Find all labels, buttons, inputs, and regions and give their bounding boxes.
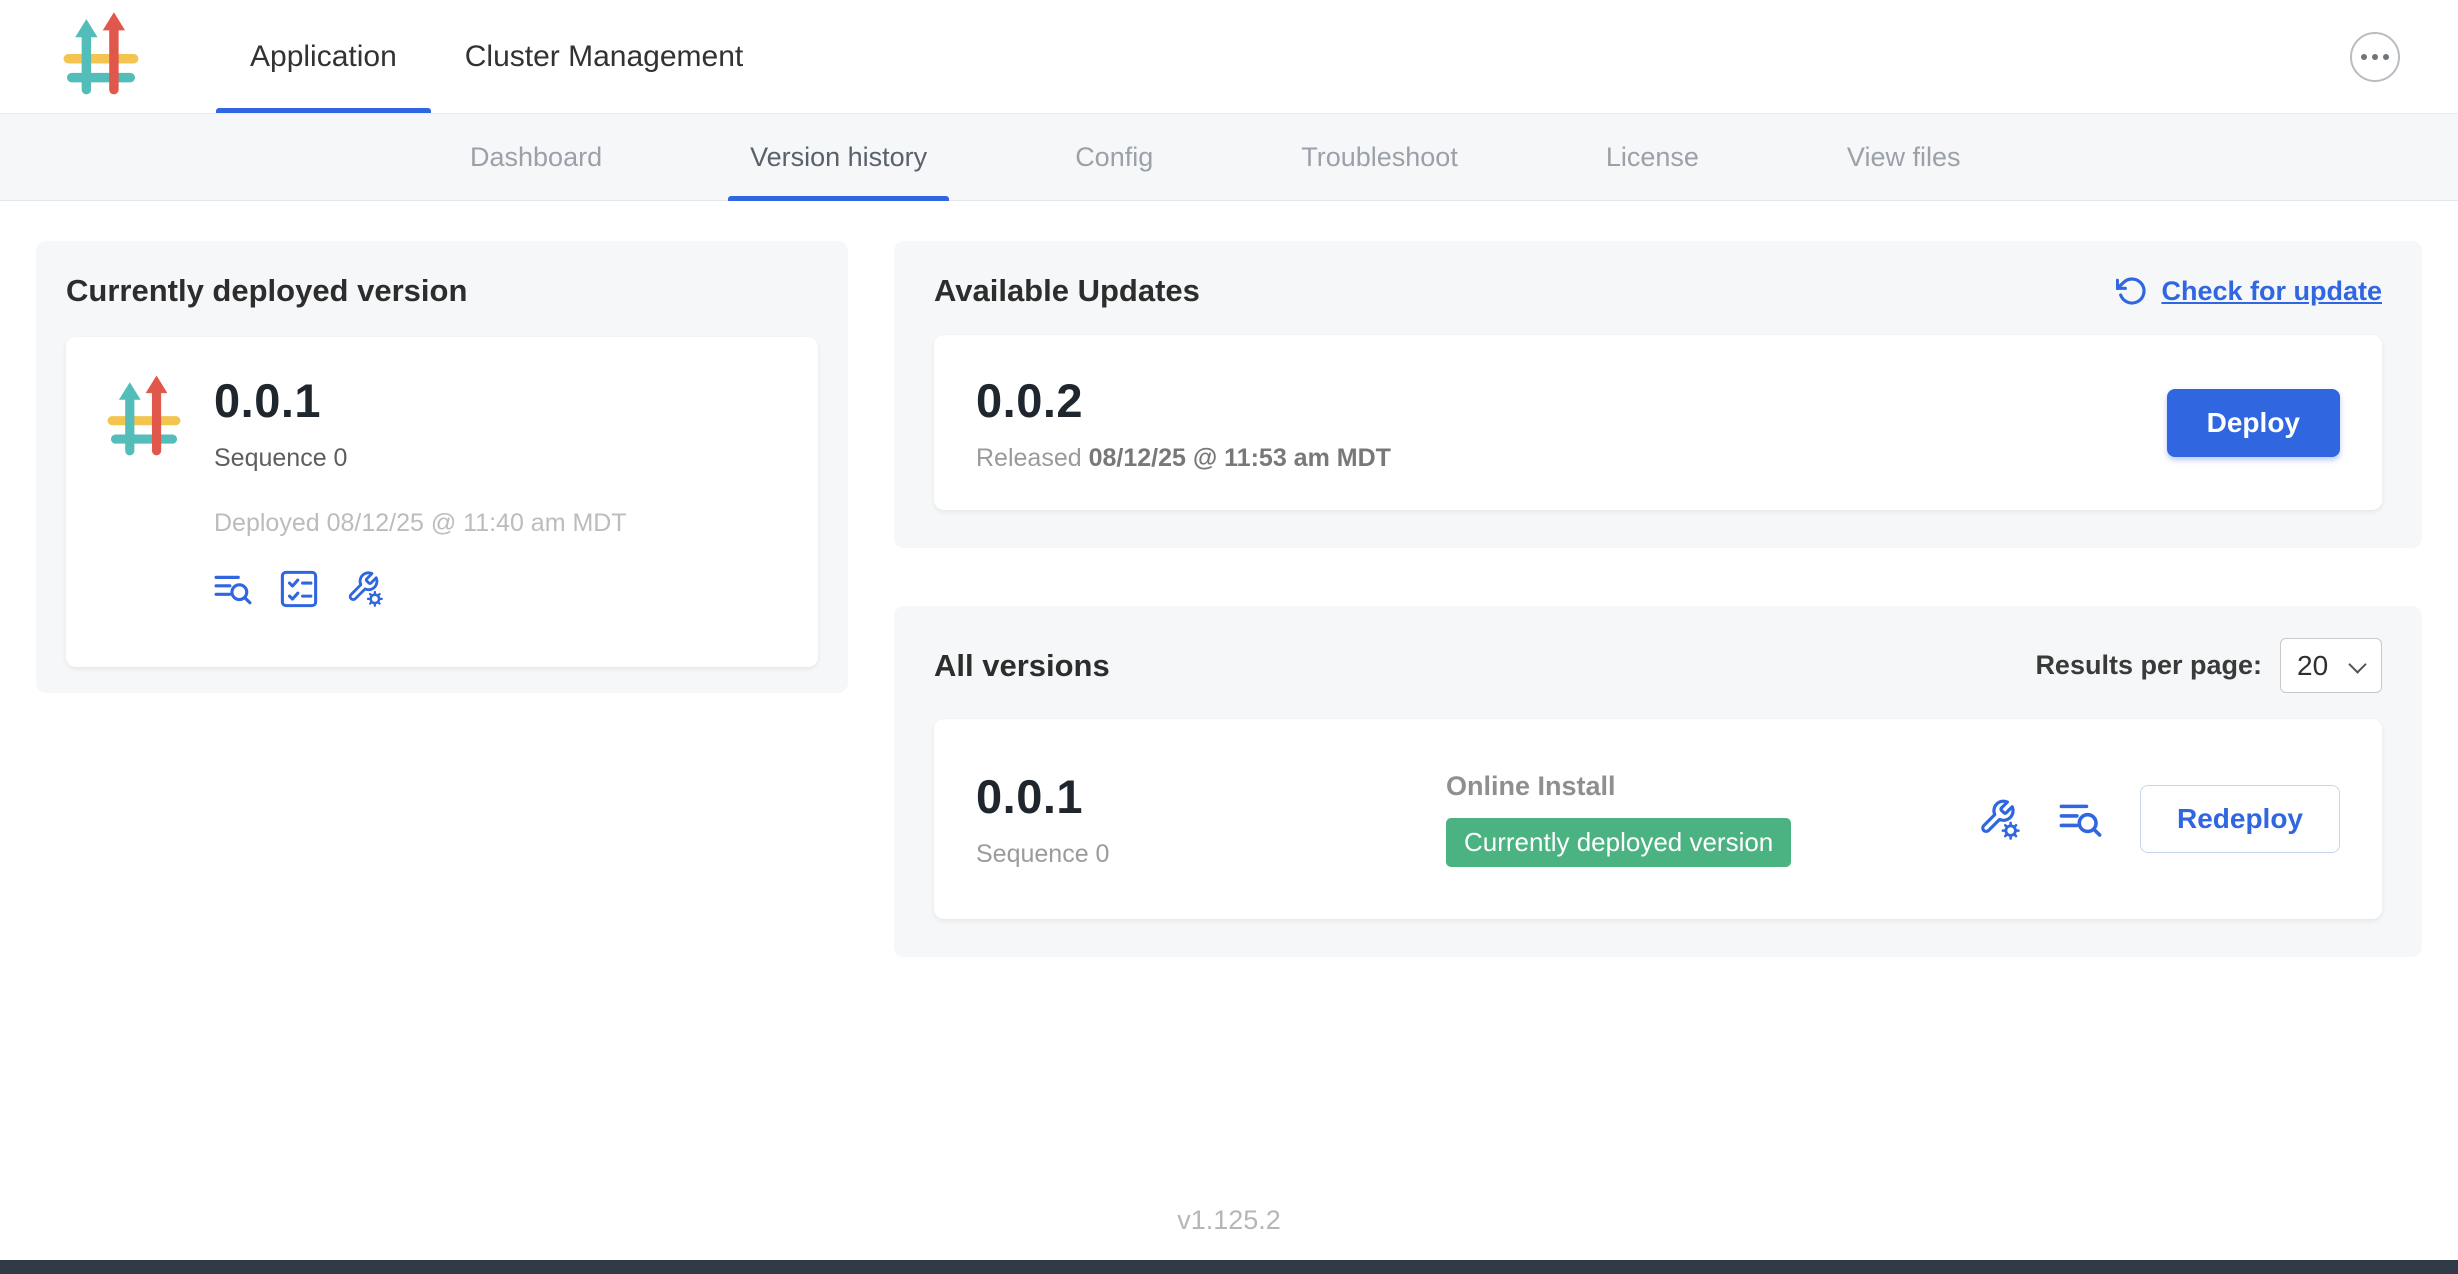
edit-config-icon[interactable] [1978,798,2021,841]
kots-admin-page: Application Cluster Management Dashboard… [0,0,2458,1274]
all-versions-card: All versions Results per page: 20 0.0.1 … [894,606,2422,957]
deployed-version-number: 0.0.1 [214,373,627,428]
deployed-action-icons [214,570,627,608]
update-version-number: 0.0.2 [976,373,1391,428]
released-timestamp: Released 08/12/25 @ 11:53 am MDT [976,444,1391,473]
all-versions-header: All versions Results per page: 20 [934,638,2382,693]
results-per-page: Results per page: 20 [2035,638,2382,693]
subnav: Dashboard Version history Config Trouble… [0,113,2458,201]
right-column: Available Updates Check for update 0.0.2… [894,241,2422,957]
available-updates-header: Available Updates Check for update [934,273,2382,309]
tab-application-label: Application [250,40,397,74]
subnav-item-dashboard[interactable]: Dashboard [448,114,624,200]
console-version-label: v1.125.2 [0,1205,2458,1236]
currently-deployed-badge: Currently deployed version [1446,818,1791,867]
released-date: 08/12/25 @ 11:53 am MDT [1089,444,1391,472]
row-install-info: Online Install Currently deployed versio… [1446,771,1978,867]
row-sequence: Sequence 0 [976,840,1446,869]
row-actions: Redeploy [1978,785,2340,853]
preflight-checks-icon[interactable] [280,570,318,608]
app-logo-icon [58,9,144,105]
available-updates-card: Available Updates Check for update 0.0.2… [894,241,2422,548]
row-version-number: 0.0.1 [976,769,1446,824]
released-label: Released [976,444,1082,472]
row-version-info: 0.0.1 Sequence 0 [976,769,1446,869]
refresh-icon [2116,275,2148,307]
release-notes-icon[interactable] [214,570,252,608]
app-logo-icon [102,373,186,631]
subnav-item-config[interactable]: Config [1053,114,1175,200]
overflow-menu-button[interactable] [2350,32,2400,82]
currently-deployed-card: Currently deployed version 0.0.1 Sequenc… [36,241,848,693]
app-header: Application Cluster Management [0,0,2458,113]
available-updates-title: Available Updates [934,273,1200,309]
results-per-page-select-wrap: 20 [2280,638,2382,693]
update-info: 0.0.2 Released 08/12/25 @ 11:53 am MDT [976,373,1391,473]
redeploy-button[interactable]: Redeploy [2140,785,2340,853]
subnav-item-view-files[interactable]: View files [1825,114,1983,200]
install-type-label: Online Install [1446,771,1978,802]
subnav-item-troubleshoot[interactable]: Troubleshoot [1279,114,1480,200]
all-versions-title: All versions [934,648,1110,684]
ellipsis-icon [2361,54,2367,60]
release-notes-icon[interactable] [2059,798,2102,841]
results-per-page-label: Results per page: [2035,650,2262,681]
deployed-sequence: Sequence 0 [214,444,627,473]
deploy-button[interactable]: Deploy [2167,389,2340,457]
tab-application[interactable]: Application [216,0,431,113]
version-row: 0.0.1 Sequence 0 Online Install Currentl… [934,719,2382,919]
results-per-page-select[interactable]: 20 [2280,638,2382,693]
check-for-update-label: Check for update [2161,276,2382,307]
currently-deployed-title: Currently deployed version [66,273,818,309]
update-row: 0.0.2 Released 08/12/25 @ 11:53 am MDT D… [934,335,2382,510]
check-for-update-link[interactable]: Check for update [2116,275,2382,307]
main-content: Currently deployed version 0.0.1 Sequenc… [0,201,2458,957]
deployed-version-info: 0.0.1 Sequence 0 Deployed 08/12/25 @ 11:… [214,373,627,631]
edit-config-icon[interactable] [346,570,384,608]
tab-cluster-management[interactable]: Cluster Management [431,0,777,113]
tab-cluster-management-label: Cluster Management [465,40,743,74]
header-tabs: Application Cluster Management [216,0,777,113]
deployed-version-card: 0.0.1 Sequence 0 Deployed 08/12/25 @ 11:… [66,337,818,667]
app-logo-icon [58,9,144,105]
deployed-timestamp: Deployed 08/12/25 @ 11:40 am MDT [214,509,627,538]
subnav-item-license[interactable]: License [1584,114,1721,200]
footer-bar [0,1260,2458,1274]
subnav-item-version-history[interactable]: Version history [728,114,949,200]
